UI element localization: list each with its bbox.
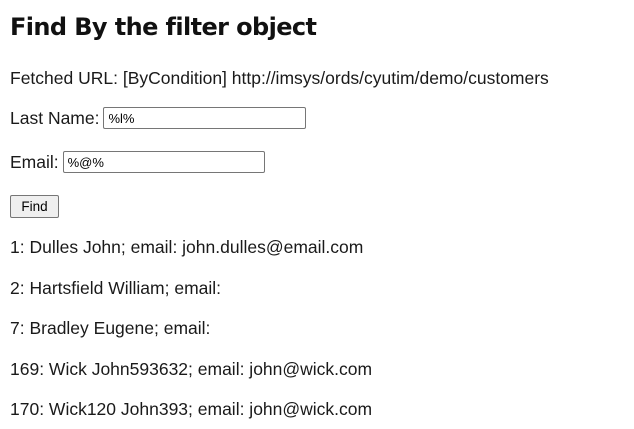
last-name-label: Last Name:	[10, 108, 100, 128]
list-item: 7: Bradley Eugene; email:	[10, 318, 211, 338]
last-name-input[interactable]	[103, 107, 307, 129]
find-button[interactable]: Find	[10, 195, 59, 218]
list-item: 170: Wick120 John393; email: john@wick.c…	[10, 399, 373, 419]
last-name-row: Last Name:	[10, 107, 307, 129]
fetched-url-text: Fetched URL: [ByCondition] http://imsys/…	[10, 68, 549, 88]
list-item: 169: Wick John593632; email: john@wick.c…	[10, 358, 373, 379]
results-list: 1: Dulles John; email: john.dulles@email…	[10, 236, 372, 429]
list-item: 1: Dulles John; email: john.dulles@email…	[10, 237, 364, 257]
page-title: Find By the filter object	[10, 13, 317, 41]
email-row: Email:	[10, 151, 265, 173]
list-item: 2: Hartsfield William; email:	[10, 277, 222, 298]
email-label: Email:	[10, 152, 59, 172]
email-input[interactable]	[62, 151, 265, 173]
